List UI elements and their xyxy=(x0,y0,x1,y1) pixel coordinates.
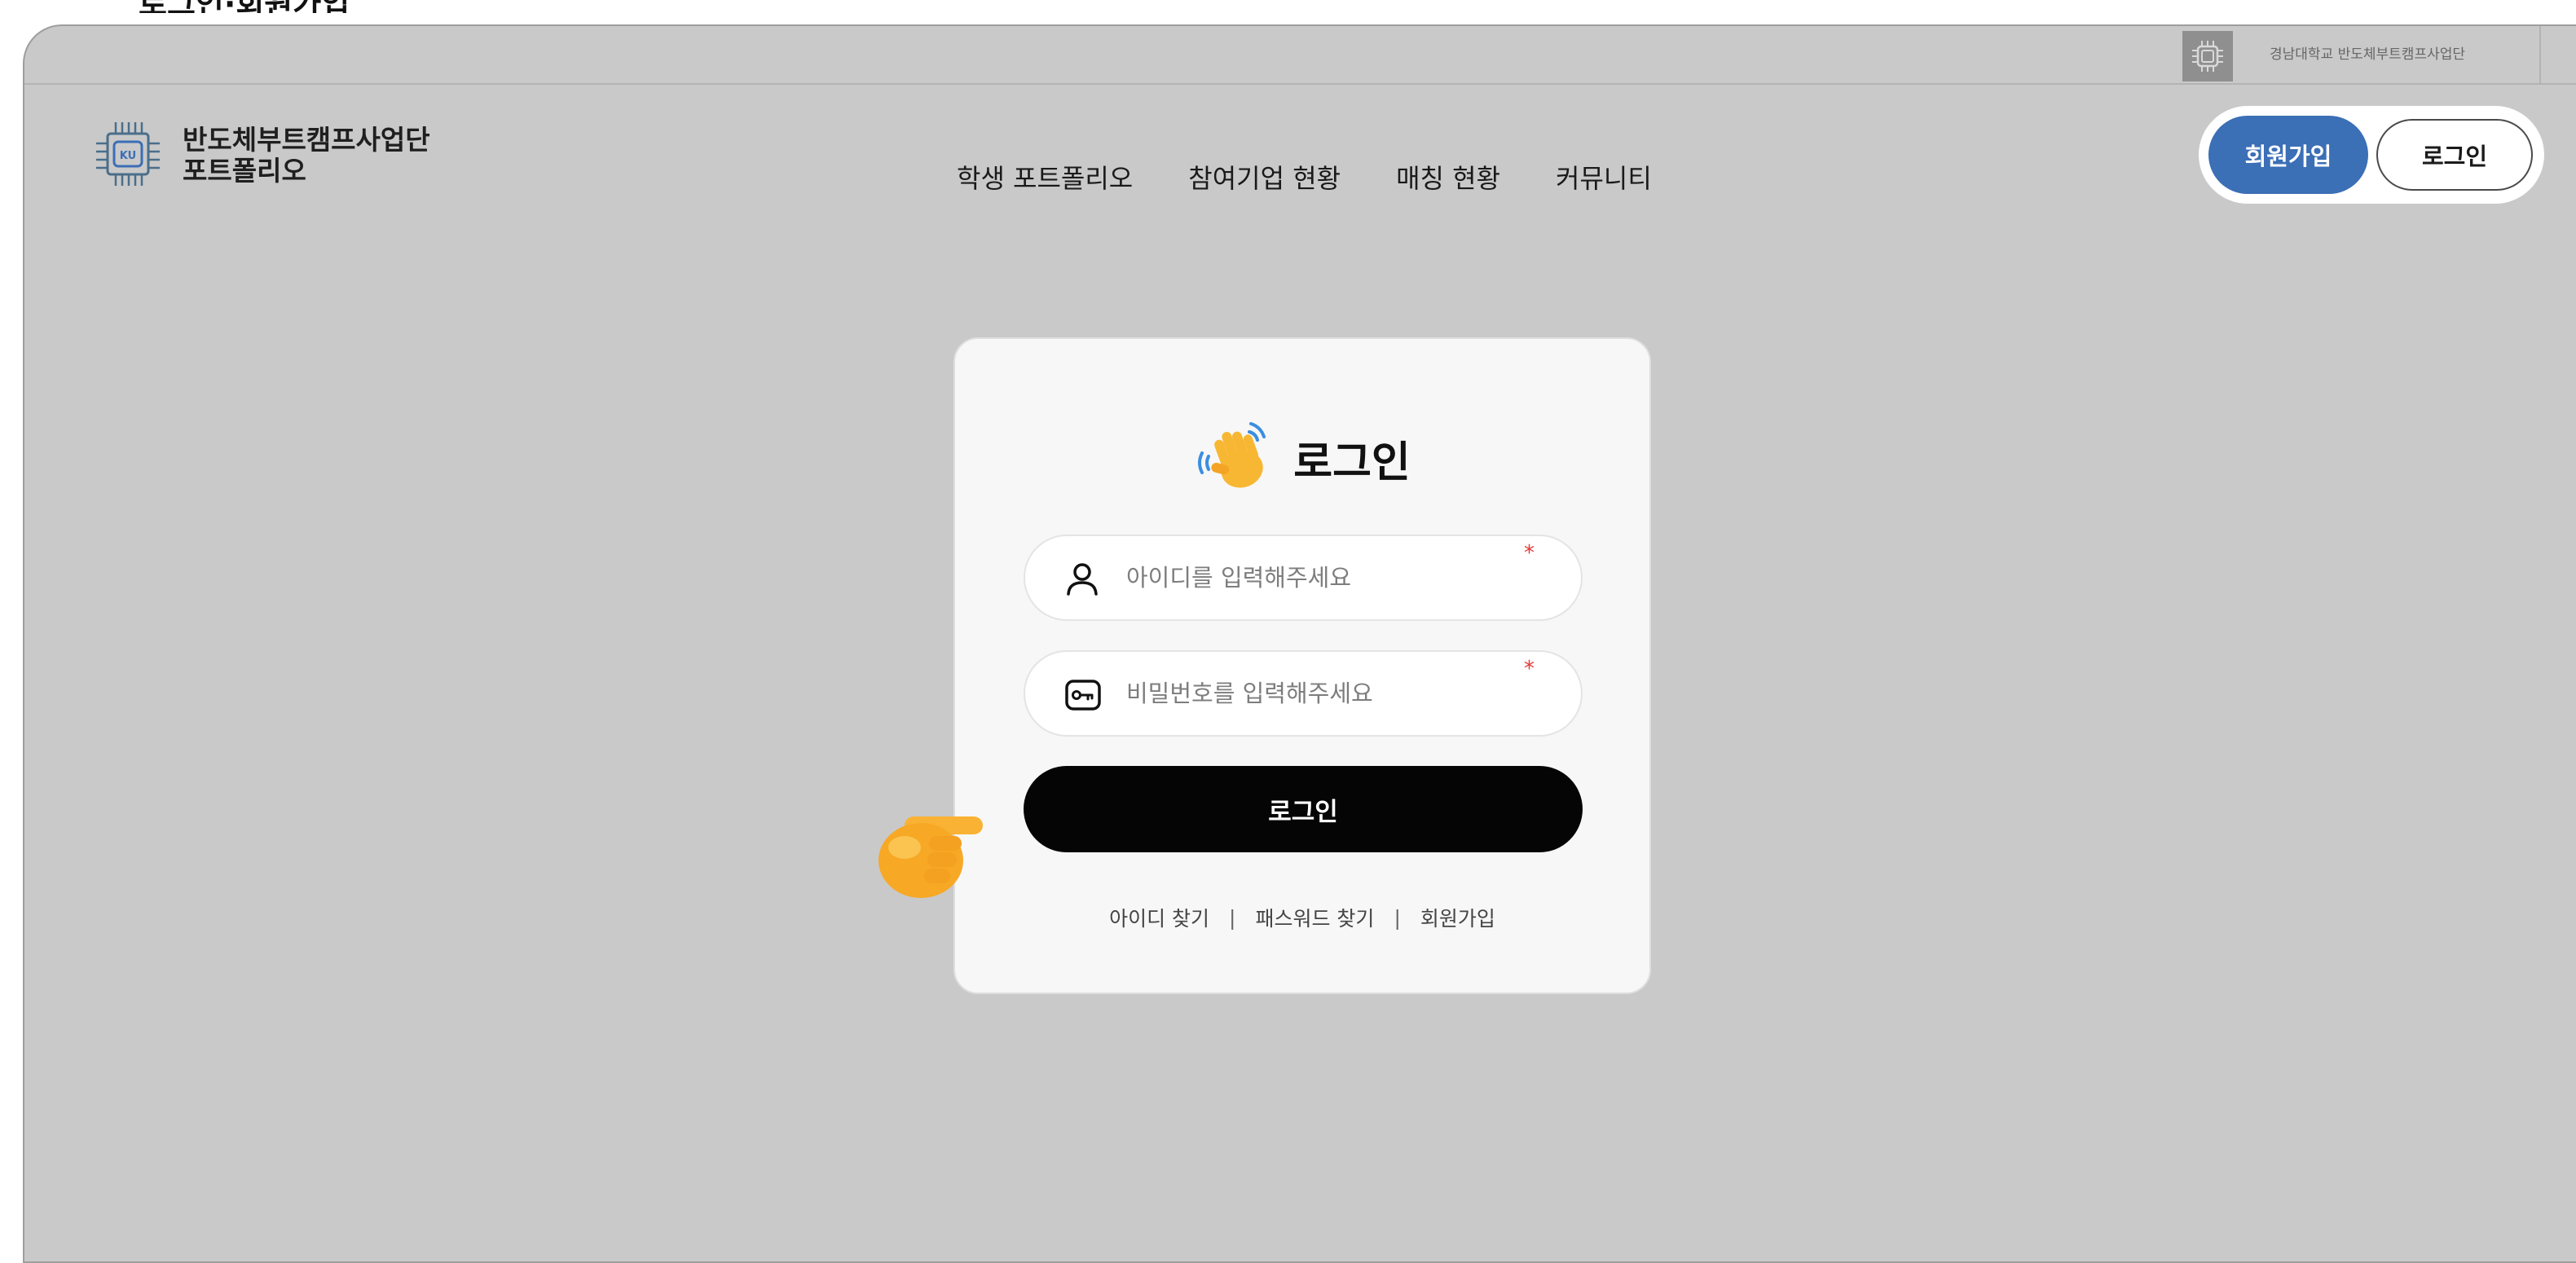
login-title-text: 로그인 xyxy=(1293,438,1411,487)
link-separator: | xyxy=(1229,905,1236,930)
cropped-page-heading: 로그인·회원가입 xyxy=(139,0,546,13)
required-mark: * xyxy=(1524,541,1535,565)
org-link[interactable]: 경남대학교 반도체부트캠프사업단 xyxy=(2270,42,2465,63)
find-password-link[interactable]: 패스워드 찾기 xyxy=(1255,903,1374,932)
login-title: 로그인 xyxy=(955,417,1649,499)
auth-links: 아이디 찾기 | 패스워드 찾기 | 회원가입 xyxy=(955,903,1649,932)
key-icon xyxy=(1064,676,1102,717)
logo-text: 반도체부트캠프사업단 포트폴리오 xyxy=(183,125,430,187)
logo-badge-text: KU xyxy=(120,150,136,162)
auth-button-group: 회원가입 로그인 xyxy=(2199,106,2544,204)
header-login-button[interactable]: 로그인 xyxy=(2376,119,2533,191)
utility-bar: 경남대학교 반도체부트캠프사업단 xyxy=(24,26,2576,85)
login-button[interactable]: 로그인 xyxy=(1024,766,1583,852)
signup-link[interactable]: 회원가입 xyxy=(1420,903,1495,932)
id-input[interactable] xyxy=(1126,557,1501,598)
logo-line-2: 포트폴리오 xyxy=(183,155,306,187)
nav-item-student-portfolio[interactable]: 학생 포트폴리오 xyxy=(957,158,1133,196)
nav-item-community[interactable]: 커뮤니티 xyxy=(1556,158,1652,196)
waving-hand-icon xyxy=(1194,417,1272,499)
password-field[interactable]: * xyxy=(1024,650,1583,737)
user-icon xyxy=(1064,561,1100,600)
site-logo[interactable]: KU 반도체부트캠프사업단 포트폴리오 xyxy=(91,117,430,194)
main-nav: 학생 포트폴리오 참여기업 현황 매칭 현황 커뮤니티 xyxy=(957,158,1707,196)
link-separator: | xyxy=(1394,905,1401,930)
pointing-hand-icon xyxy=(872,782,994,908)
chip-icon xyxy=(2182,31,2233,81)
login-card: 로그인 * * 로그인 xyxy=(953,337,1651,994)
required-mark: * xyxy=(1524,657,1535,681)
chip-logo-icon: KU xyxy=(91,117,165,194)
logo-line-1: 반도체부트캠프사업단 xyxy=(183,124,430,156)
browser-window: 경남대학교 반도체부트캠프사업단 KU 반도체부트캠프사업단 포트폴리오 학생 … xyxy=(23,24,2576,1263)
signup-button[interactable]: 회원가입 xyxy=(2208,116,2368,194)
find-id-link[interactable]: 아이디 찾기 xyxy=(1109,903,1209,932)
nav-item-partner-companies[interactable]: 참여기업 현황 xyxy=(1188,158,1341,196)
utility-divider xyxy=(2539,26,2541,83)
password-input[interactable] xyxy=(1126,673,1501,714)
id-field[interactable]: * xyxy=(1024,535,1583,621)
nav-item-matching-status[interactable]: 매칭 현황 xyxy=(1396,158,1500,196)
